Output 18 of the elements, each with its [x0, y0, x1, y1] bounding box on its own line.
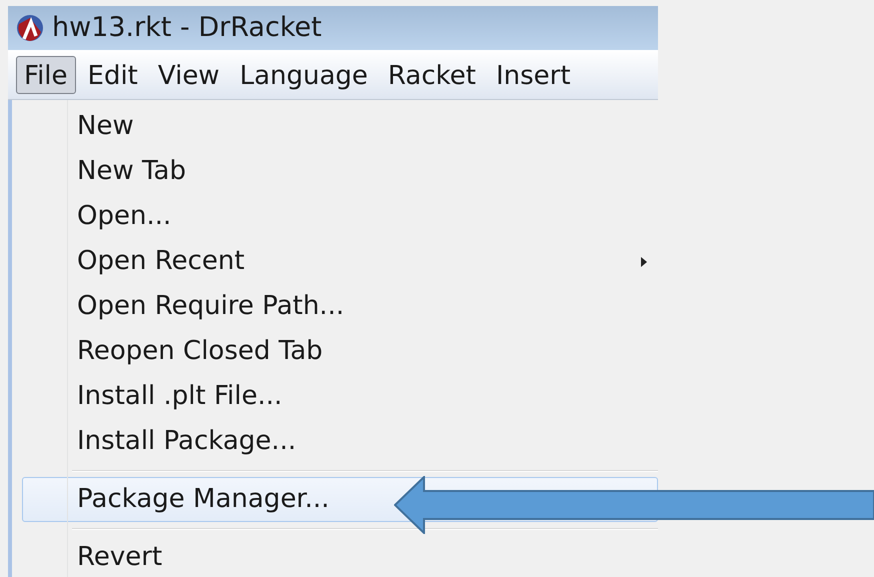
app-logo-icon [16, 14, 44, 42]
menu-item[interactable]: Open... [22, 194, 658, 239]
menu-item[interactable]: Open Recent [22, 239, 658, 284]
menu-item[interactable]: Open Require Path... [22, 284, 658, 329]
menu-bar-item[interactable]: Insert [488, 56, 579, 94]
menu-bar-item[interactable]: Edit [80, 56, 146, 94]
window-title: hw13.rkt - DrRacket [52, 10, 322, 45]
menu-item[interactable]: Install .plt File... [22, 374, 658, 419]
submenu-arrow-icon [641, 256, 647, 266]
menu-bar-item[interactable]: View [150, 56, 228, 94]
menu-bar-item[interactable]: Language [232, 56, 376, 94]
menu-item[interactable]: Install Package... [22, 419, 658, 464]
menu-item[interactable]: Revert [22, 535, 658, 577]
menu-item[interactable]: New [22, 104, 658, 149]
menu-bar-item[interactable]: Racket [380, 56, 484, 94]
menu-bar-item[interactable]: File [16, 56, 76, 94]
menu-item[interactable]: New Tab [22, 149, 658, 194]
menu-item[interactable]: Reopen Closed Tab [22, 329, 658, 374]
